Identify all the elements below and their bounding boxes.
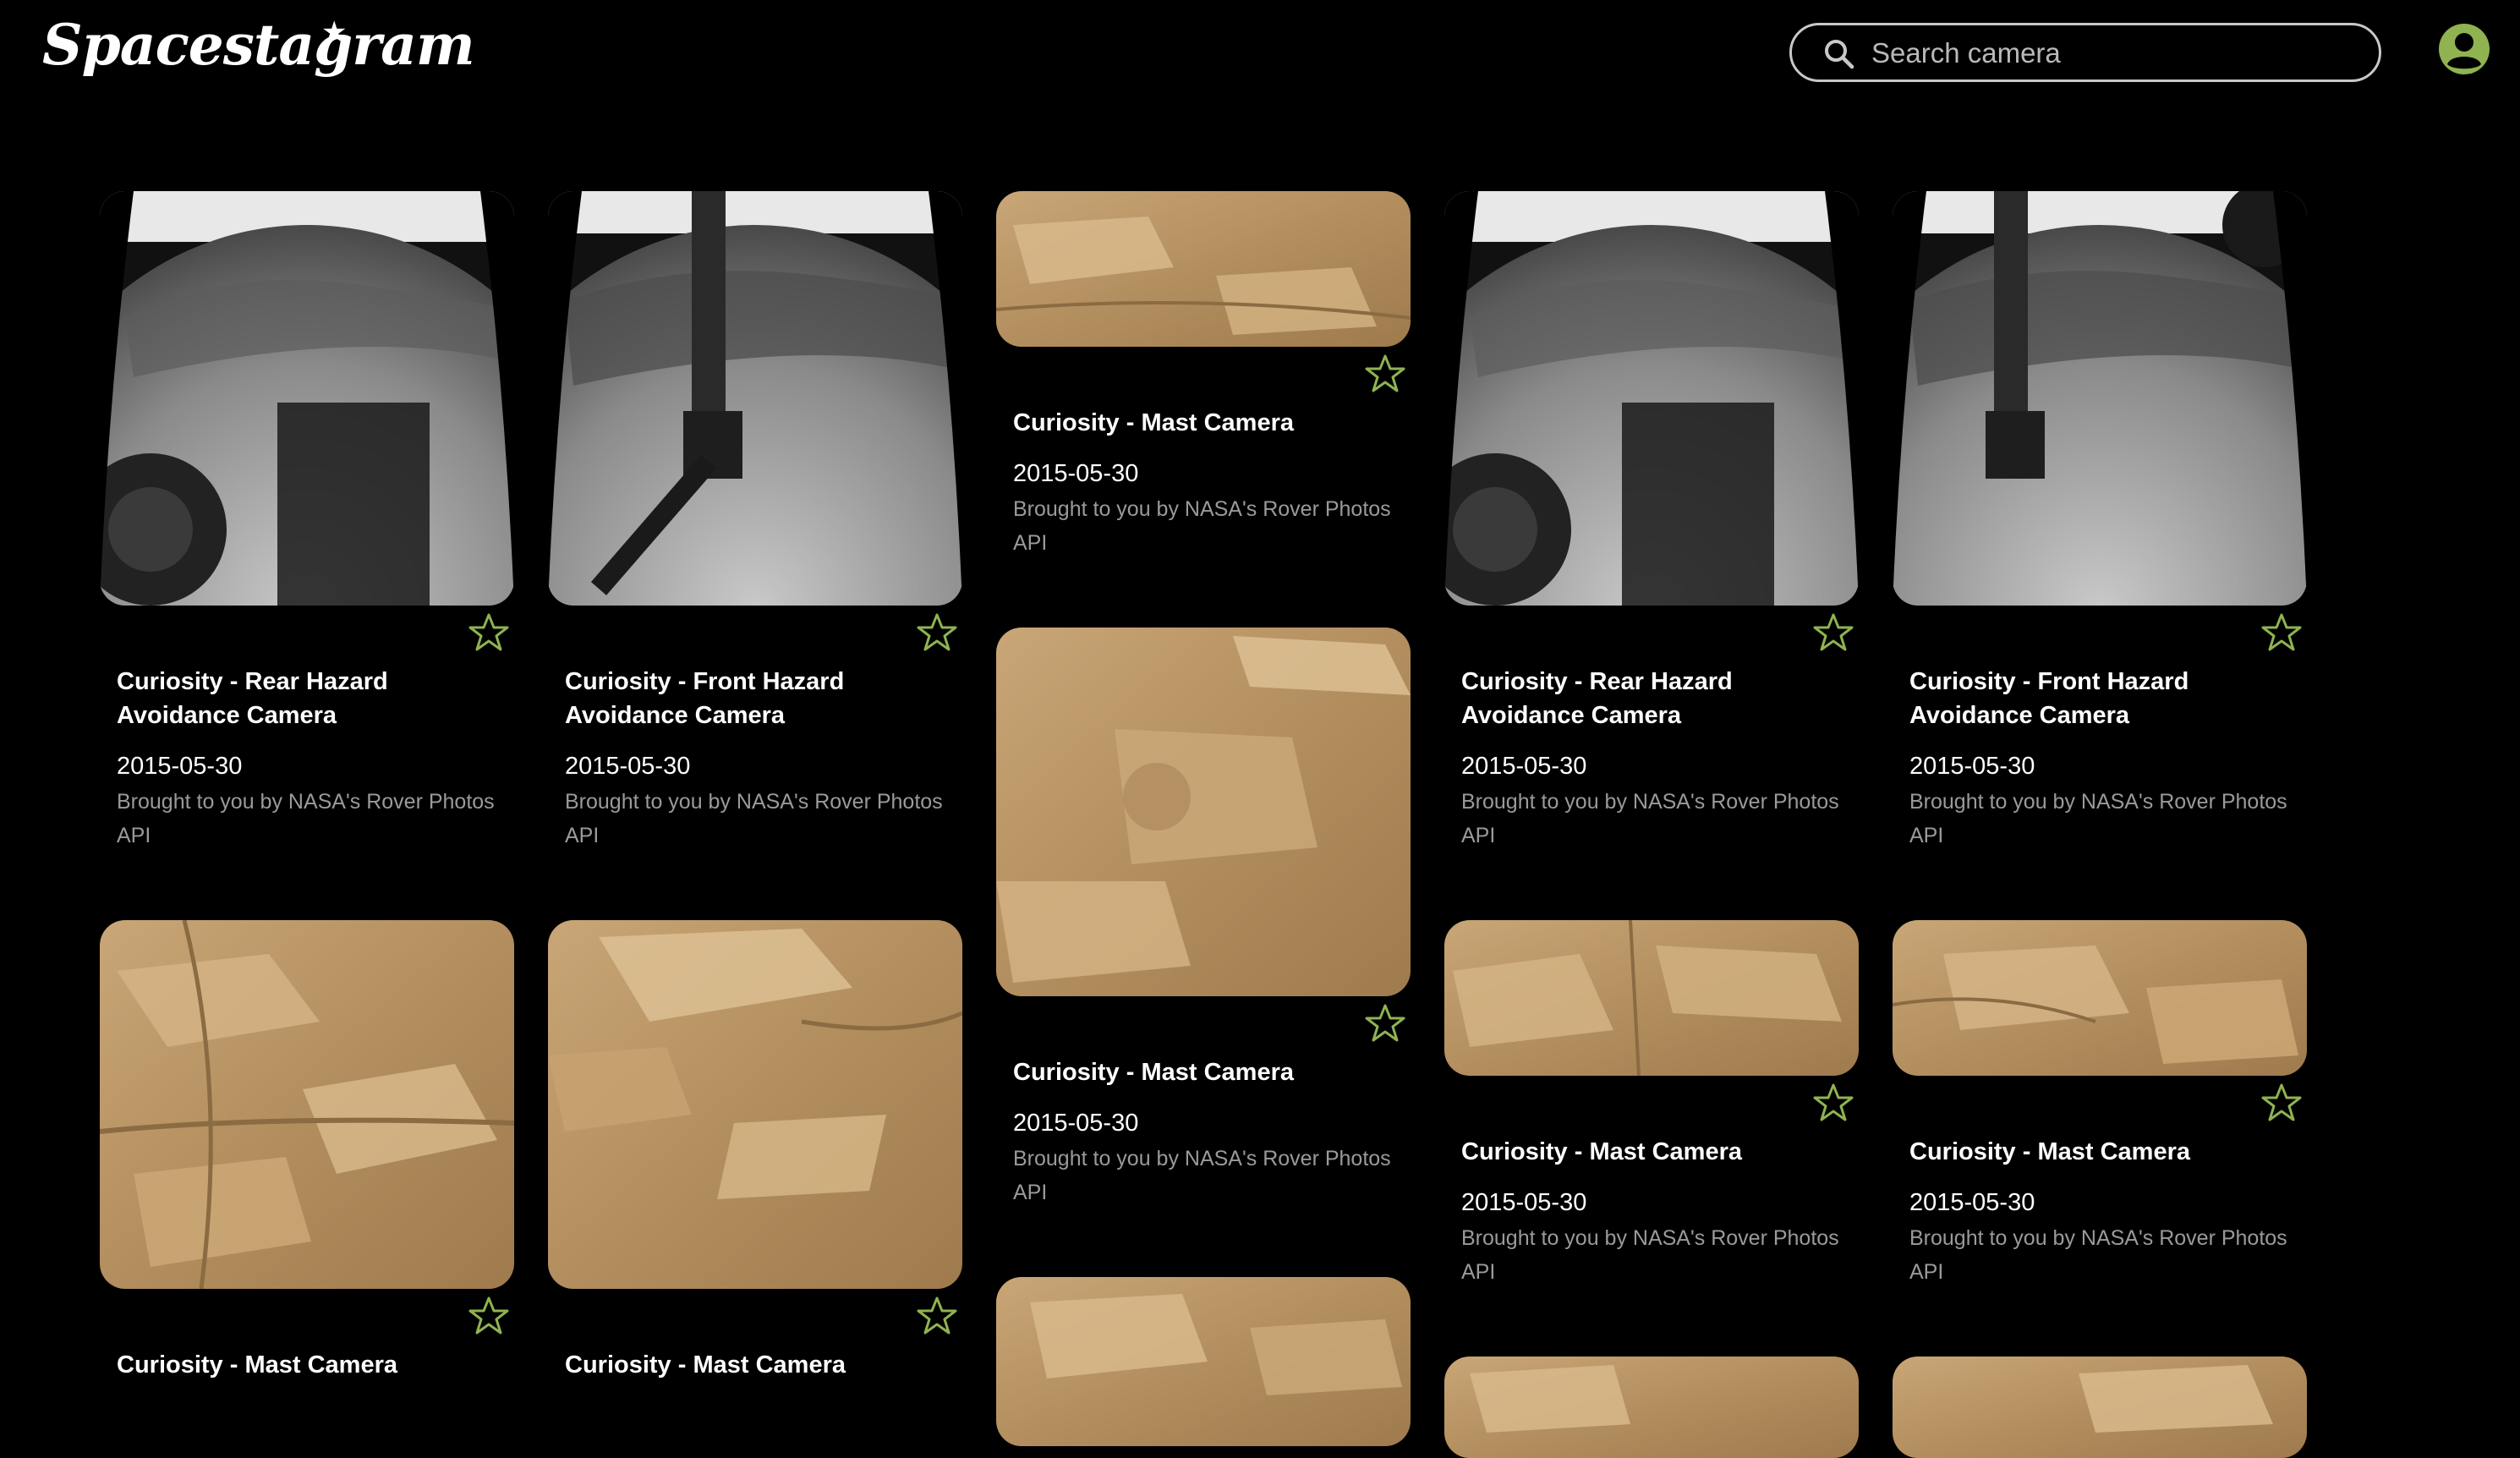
photo-card: Curiosity - Rear Hazard Avoidance Camera…: [100, 191, 514, 847]
search-bar[interactable]: [1789, 23, 2381, 82]
card-date: 2015-05-30: [117, 753, 243, 780]
card-title: Curiosity - Mast Camera: [565, 1351, 846, 1379]
card-credit: Brought to you by NASA's Rover Photos AP…: [1461, 1226, 1839, 1284]
rover-photo[interactable]: [1444, 191, 1859, 606]
favorite-star-icon[interactable]: [917, 1296, 957, 1336]
favorite-star-icon[interactable]: [468, 612, 509, 653]
rover-photo[interactable]: [548, 920, 962, 1289]
card-date: 2015-05-30: [1013, 460, 1139, 487]
card-title: Curiosity - Front Hazard Avoidance Camer…: [565, 668, 845, 729]
rover-photo[interactable]: [996, 628, 1411, 996]
favorite-star-icon[interactable]: [1365, 1003, 1405, 1044]
card-credit: Brought to you by NASA's Rover Photos AP…: [1013, 497, 1391, 555]
card-title: Curiosity - Mast Camera: [1461, 1138, 1742, 1165]
app-header: Spacestagram ★: [0, 0, 2520, 110]
card-title: Curiosity - Mast Camera: [1013, 1059, 1294, 1086]
logo-star-icon: ★: [321, 16, 348, 48]
card-credit: Brought to you by NASA's Rover Photos AP…: [565, 790, 943, 847]
card-title: Curiosity - Rear Hazard Avoidance Camera: [1461, 668, 1733, 729]
rover-photo[interactable]: [1444, 920, 1859, 1076]
photo-card: Curiosity - Rear Hazard Avoidance Camera…: [1444, 191, 1859, 847]
card-date: 2015-05-30: [1013, 1110, 1139, 1137]
photo-card: Curiosity - Mast Camera: [100, 920, 514, 1379]
card-credit: Brought to you by NASA's Rover Photos AP…: [1013, 1147, 1391, 1204]
photo-card: Curiosity - Front Hazard Avoidance Camer…: [1893, 191, 2307, 847]
rover-photo[interactable]: [996, 1277, 1411, 1446]
card-date: 2015-05-30: [1909, 1189, 2035, 1216]
favorite-star-icon[interactable]: [2261, 1083, 2302, 1123]
photo-card: Curiosity - Mast Camera 2015-05-30 Broug…: [996, 628, 1411, 1204]
card-date: 2015-05-30: [1461, 1189, 1587, 1216]
card-title: Curiosity - Rear Hazard Avoidance Camera: [117, 668, 388, 729]
card-title: Curiosity - Front Hazard Avoidance Camer…: [1909, 668, 2189, 729]
favorite-star-icon[interactable]: [468, 1296, 509, 1336]
photo-card: Curiosity - Front Hazard Avoidance Camer…: [548, 191, 962, 847]
rover-photo[interactable]: [996, 191, 1411, 347]
card-credit: Brought to you by NASA's Rover Photos AP…: [1461, 790, 1839, 847]
favorite-star-icon[interactable]: [2261, 612, 2302, 653]
rover-photo[interactable]: [1893, 191, 2307, 606]
account-circle-icon[interactable]: [2437, 22, 2491, 76]
card-title: Curiosity - Mast Camera: [117, 1351, 397, 1379]
photo-card: Curiosity - Mast Camera 2015-05-30 Broug…: [996, 191, 1411, 555]
favorite-star-icon[interactable]: [1365, 354, 1405, 394]
app-logo[interactable]: Spacestagram: [42, 12, 475, 78]
photo-card: [1444, 1357, 1859, 1458]
card-title: Curiosity - Mast Camera: [1013, 409, 1294, 436]
rover-photo[interactable]: [1893, 920, 2307, 1076]
card-date: 2015-05-30: [565, 753, 691, 780]
card-title: Curiosity - Mast Camera: [1909, 1138, 2190, 1165]
card-date: 2015-05-30: [1461, 753, 1587, 780]
favorite-star-icon[interactable]: [1813, 612, 1854, 653]
photo-card: [1893, 1357, 2307, 1458]
card-credit: Brought to you by NASA's Rover Photos AP…: [1909, 1226, 2287, 1284]
rover-photo[interactable]: [1444, 1357, 1859, 1458]
search-input[interactable]: [1870, 32, 2347, 74]
rover-photo[interactable]: [548, 191, 962, 606]
search-icon: [1825, 40, 1854, 69]
favorite-star-icon[interactable]: [1813, 1083, 1854, 1123]
rover-photo[interactable]: [100, 920, 514, 1289]
photo-card: Curiosity - Mast Camera 2015-05-30 Broug…: [1444, 920, 1859, 1284]
photo-card: Curiosity - Mast Camera: [548, 920, 962, 1379]
favorite-star-icon[interactable]: [917, 612, 957, 653]
rover-photo[interactable]: [1893, 1357, 2307, 1458]
card-date: 2015-05-30: [1909, 753, 2035, 780]
card-credit: Brought to you by NASA's Rover Photos AP…: [117, 790, 495, 847]
card-credit: Brought to you by NASA's Rover Photos AP…: [1909, 790, 2287, 847]
rover-photo[interactable]: [100, 191, 514, 606]
photo-card: Curiosity - Mast Camera 2015-05-30 Broug…: [1893, 920, 2307, 1284]
photo-card: [996, 1277, 1411, 1446]
